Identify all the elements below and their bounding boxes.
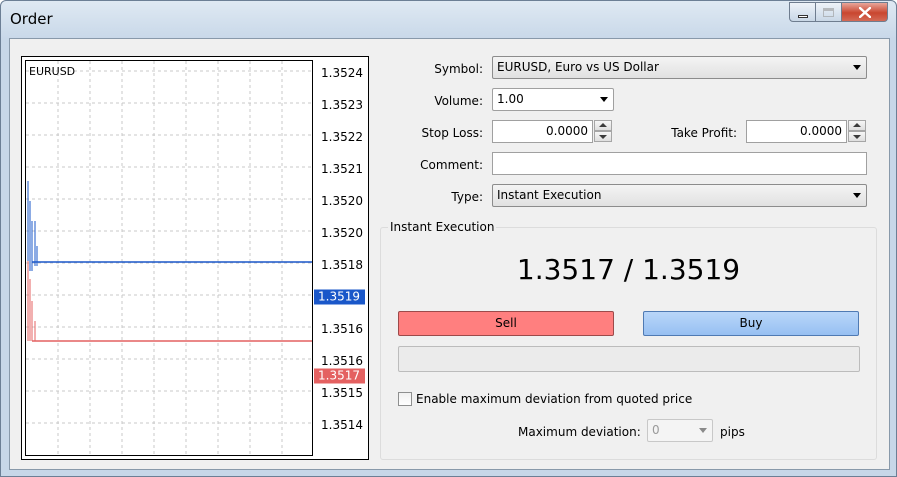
- max-deviation-combo[interactable]: 0: [647, 419, 713, 442]
- max-deviation-label: Maximum deviation:: [518, 425, 641, 439]
- stop-loss-label: Stop Loss:: [421, 126, 483, 140]
- max-deviation-value: 0: [652, 423, 660, 437]
- y-tick-label: 1.3520: [321, 226, 363, 240]
- y-tick-label: 1.3516: [321, 354, 363, 368]
- window-title: Order: [10, 10, 53, 28]
- bid-price-tag: 1.3517: [314, 368, 365, 384]
- dialog-client-area: EURUSD 1.3524 1.3523 1.3522 1.3521 1.3520 1.3…: [9, 38, 890, 470]
- take-profit-value: 0.0000: [800, 124, 842, 138]
- stop-loss-value: 0.0000: [546, 124, 588, 138]
- tick-chart: EURUSD 1.3524 1.3523 1.3522 1.3521 1.3520 1.3…: [21, 56, 369, 460]
- buy-button[interactable]: Buy: [643, 311, 859, 336]
- chevron-down-icon: [853, 193, 861, 198]
- comment-field[interactable]: [492, 152, 867, 175]
- y-tick-label: 1.3515: [321, 386, 363, 400]
- stop-loss-field[interactable]: 0.0000: [492, 120, 593, 143]
- symbol-label: Symbol:: [434, 62, 483, 76]
- deviation-checkbox-label[interactable]: Enable maximum deviation from quoted pri…: [416, 392, 692, 406]
- chevron-down-icon: [853, 65, 861, 70]
- maximize-button[interactable]: [816, 2, 842, 22]
- take-profit-spinner[interactable]: [848, 120, 866, 143]
- comment-label: Comment:: [420, 158, 483, 172]
- spin-up-icon[interactable]: [848, 120, 866, 131]
- minimize-icon: [797, 14, 808, 18]
- symbol-select-value: EURUSD, Euro vs US Dollar: [497, 60, 659, 74]
- chart-symbol-label: EURUSD: [29, 65, 76, 78]
- volume-label: Volume:: [434, 94, 483, 108]
- window-controls: [789, 2, 888, 22]
- minimize-button[interactable]: [789, 2, 816, 22]
- chevron-down-icon: [600, 97, 608, 102]
- volume-combo[interactable]: 1.00: [492, 88, 614, 111]
- close-button[interactable]: [842, 2, 888, 22]
- close-icon: [858, 6, 871, 18]
- group-title: Instant Execution: [388, 220, 497, 234]
- order-window: Order EURUSD 1.3524 1.3523 1.3522 1.3521 1.3…: [0, 0, 897, 477]
- deviation-checkbox[interactable]: [398, 392, 412, 406]
- y-tick-label: 1.3514: [321, 418, 363, 432]
- take-profit-label: Take Profit:: [671, 126, 737, 140]
- chevron-down-icon: [699, 428, 707, 433]
- volume-value: 1.00: [497, 92, 524, 106]
- take-profit-field[interactable]: 0.0000: [746, 120, 847, 143]
- chart-grid: [26, 61, 312, 455]
- symbol-select[interactable]: EURUSD, Euro vs US Dollar: [492, 56, 867, 79]
- pips-label: pips: [720, 425, 745, 439]
- type-select-value: Instant Execution: [497, 188, 602, 202]
- chart-plot-area: EURUSD: [25, 60, 313, 456]
- execution-progress-bar: [398, 346, 860, 372]
- ask-price-tag: 1.3519: [314, 289, 365, 305]
- bid-ask-quote: 1.3517 / 1.3519: [516, 253, 741, 286]
- spin-down-icon[interactable]: [848, 131, 866, 142]
- type-select[interactable]: Instant Execution: [492, 184, 867, 207]
- type-label: Type:: [451, 190, 483, 204]
- maximize-icon: [823, 7, 834, 17]
- sell-button[interactable]: Sell: [398, 311, 614, 336]
- y-tick-label: 1.3516: [321, 322, 363, 336]
- y-tick-label: 1.3518: [321, 258, 363, 272]
